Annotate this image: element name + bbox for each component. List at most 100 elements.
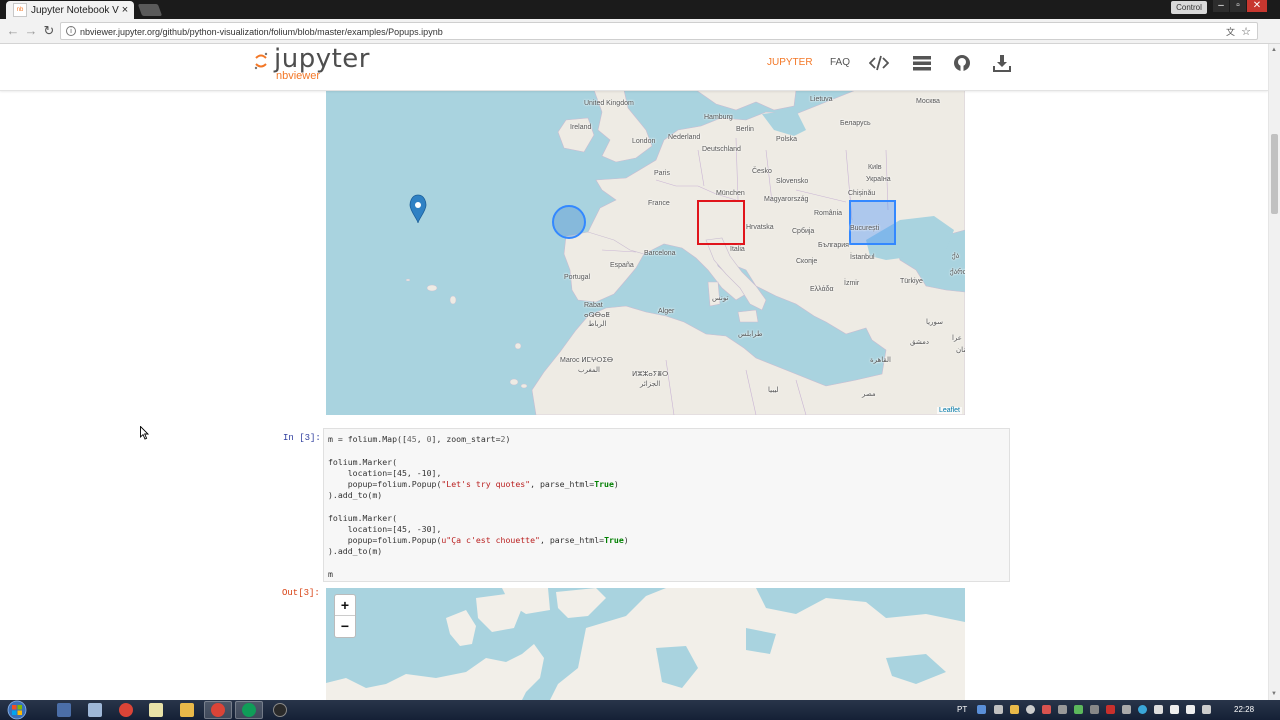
- map-label: İzmir: [844, 280, 860, 287]
- code-keyword: True: [594, 479, 614, 489]
- new-tab-button[interactable]: [137, 4, 163, 16]
- tab-close-icon[interactable]: ×: [119, 4, 131, 16]
- tray-icon[interactable]: [977, 705, 986, 714]
- language-indicator[interactable]: PT: [957, 705, 967, 714]
- tray-icon[interactable]: [1074, 705, 1083, 714]
- map-label: Magyarország: [764, 196, 809, 203]
- view-code-icon[interactable]: [869, 54, 889, 72]
- page-scrollbar[interactable]: ▲ ▼: [1268, 44, 1280, 700]
- forward-button[interactable]: →: [23, 23, 39, 39]
- map-label: Москва: [916, 98, 940, 105]
- nbviewer-logo[interactable]: jupyter nbviewer: [254, 44, 374, 86]
- action-center-icon[interactable]: [1202, 705, 1211, 714]
- code-line: folium.Marker(: [328, 457, 398, 467]
- taskbar-chrome-icon[interactable]: [242, 703, 256, 717]
- back-button[interactable]: ←: [5, 23, 21, 39]
- circle-overlay[interactable]: [552, 205, 586, 239]
- output-map-europe[interactable]: United Kingdom Ireland London Nederland …: [326, 90, 965, 415]
- minimize-button[interactable]: –: [1213, 0, 1229, 12]
- map-marker-icon[interactable]: [409, 194, 427, 224]
- taskbar-explorer-icon[interactable]: [180, 703, 194, 717]
- tray-icon[interactable]: [1026, 705, 1035, 714]
- start-button-windows-icon[interactable]: [4, 700, 30, 720]
- tray-icon[interactable]: [1154, 705, 1163, 714]
- map-label: لبنان: [956, 347, 965, 354]
- code-keyword: True: [604, 535, 624, 545]
- download-icon[interactable]: [992, 54, 1012, 72]
- output-map-world[interactable]: [326, 588, 965, 700]
- taskbar-app-icon[interactable]: [273, 703, 287, 717]
- map-label: Alger: [658, 308, 675, 315]
- close-window-button[interactable]: ✕: [1247, 0, 1267, 12]
- tray-icon[interactable]: [1138, 705, 1147, 714]
- code-number: 2: [500, 434, 506, 444]
- map-label: France: [648, 200, 670, 207]
- map-label: Barcelona: [644, 250, 676, 257]
- taskbar-app-icon[interactable]: [57, 703, 71, 717]
- address-bar[interactable]: i nbviewer.jupyter.org/github/python-vis…: [60, 22, 1258, 40]
- map-label: İstanbul: [850, 254, 875, 261]
- tray-icon[interactable]: [1058, 705, 1067, 714]
- map-label: München: [716, 190, 745, 197]
- tray-icon[interactable]: [1122, 705, 1131, 714]
- nav-jupyter-link[interactable]: JUPYTER: [767, 57, 813, 68]
- site-info-icon[interactable]: i: [66, 26, 76, 36]
- code-line: location=[45, -30],: [328, 524, 442, 534]
- github-icon[interactable]: [952, 54, 972, 72]
- network-icon[interactable]: [1186, 705, 1195, 714]
- tray-icon[interactable]: [1042, 705, 1051, 714]
- zoom-out-button[interactable]: −: [335, 616, 355, 636]
- url-text[interactable]: nbviewer.jupyter.org/github/python-visua…: [80, 23, 443, 41]
- code-line: popup=folium.Popup("Let's try quotes", p…: [328, 479, 619, 489]
- bookmark-star-icon[interactable]: ☆: [1241, 23, 1251, 41]
- map-label: Скопје: [796, 258, 818, 265]
- map-label: España: [610, 262, 634, 269]
- map-label: Hrvatska: [746, 224, 774, 231]
- leaflet-attribution-link[interactable]: Leaflet: [936, 407, 962, 414]
- server-icon[interactable]: [912, 54, 932, 72]
- reload-button[interactable]: ↻: [41, 23, 57, 39]
- map-land-layer: [326, 588, 965, 700]
- map-label: طرابلس: [738, 331, 763, 338]
- maximize-button[interactable]: ▫: [1230, 0, 1246, 12]
- map-label: Česko: [752, 168, 772, 175]
- tray-icon[interactable]: [1010, 705, 1019, 714]
- nav-faq-link[interactable]: FAQ: [830, 57, 850, 68]
- map-label: Ireland: [570, 124, 592, 131]
- map-label: Italia: [730, 246, 745, 253]
- taskbar-chrome-icon[interactable]: [211, 703, 225, 717]
- rectangle-overlay-blue[interactable]: [849, 200, 896, 245]
- tray-icon[interactable]: [1106, 705, 1115, 714]
- code-number: 0: [426, 434, 432, 444]
- zoom-in-button[interactable]: +: [335, 595, 355, 616]
- browser-tab[interactable]: nb Jupyter Notebook Viewer ×: [6, 1, 134, 19]
- jupyter-logo-icon: [254, 52, 268, 70]
- map-label: London: [632, 138, 656, 145]
- map-label: Србија: [792, 228, 815, 235]
- volume-icon[interactable]: [1170, 705, 1179, 714]
- map-label: الرباط: [588, 321, 607, 328]
- scrollbar-thumb[interactable]: [1271, 134, 1278, 214]
- tray-icon[interactable]: [1090, 705, 1099, 714]
- map-label: Slovensko: [776, 178, 809, 185]
- tray-icon[interactable]: [994, 705, 1003, 714]
- code-line: m: [328, 569, 333, 579]
- scroll-up-arrow-icon[interactable]: ▲: [1271, 47, 1277, 53]
- taskbar-notepad-icon[interactable]: [149, 703, 163, 717]
- taskbar-app-icon[interactable]: [88, 703, 102, 717]
- map-label: Lietuva: [810, 96, 833, 103]
- translate-icon[interactable]: 文: [1226, 23, 1235, 41]
- code-line: popup=folium.Popup(u"Ça c'est chouette",…: [328, 535, 629, 545]
- map-label: سوريا: [926, 319, 943, 326]
- map-label: ليبيا: [768, 387, 779, 394]
- map-label: Беларусь: [840, 120, 871, 127]
- map-label: ⵍⵣⵣⴰⵢⴻⵔ: [632, 371, 669, 378]
- taskbar-clock[interactable]: 22:28: [1234, 705, 1254, 714]
- scroll-down-arrow-icon[interactable]: ▼: [1271, 691, 1277, 697]
- page-viewport: jupyter nbviewer JUPYTER FAQ United King…: [0, 44, 1268, 700]
- map-label: الجزائر: [640, 381, 661, 388]
- taskbar-chrome-icon[interactable]: [119, 703, 133, 717]
- code-cell[interactable]: m = folium.Map([45, 0], zoom_start=2) fo…: [323, 428, 1010, 582]
- profile-button[interactable]: Control: [1171, 1, 1207, 14]
- map-zoom-control: + −: [334, 594, 356, 638]
